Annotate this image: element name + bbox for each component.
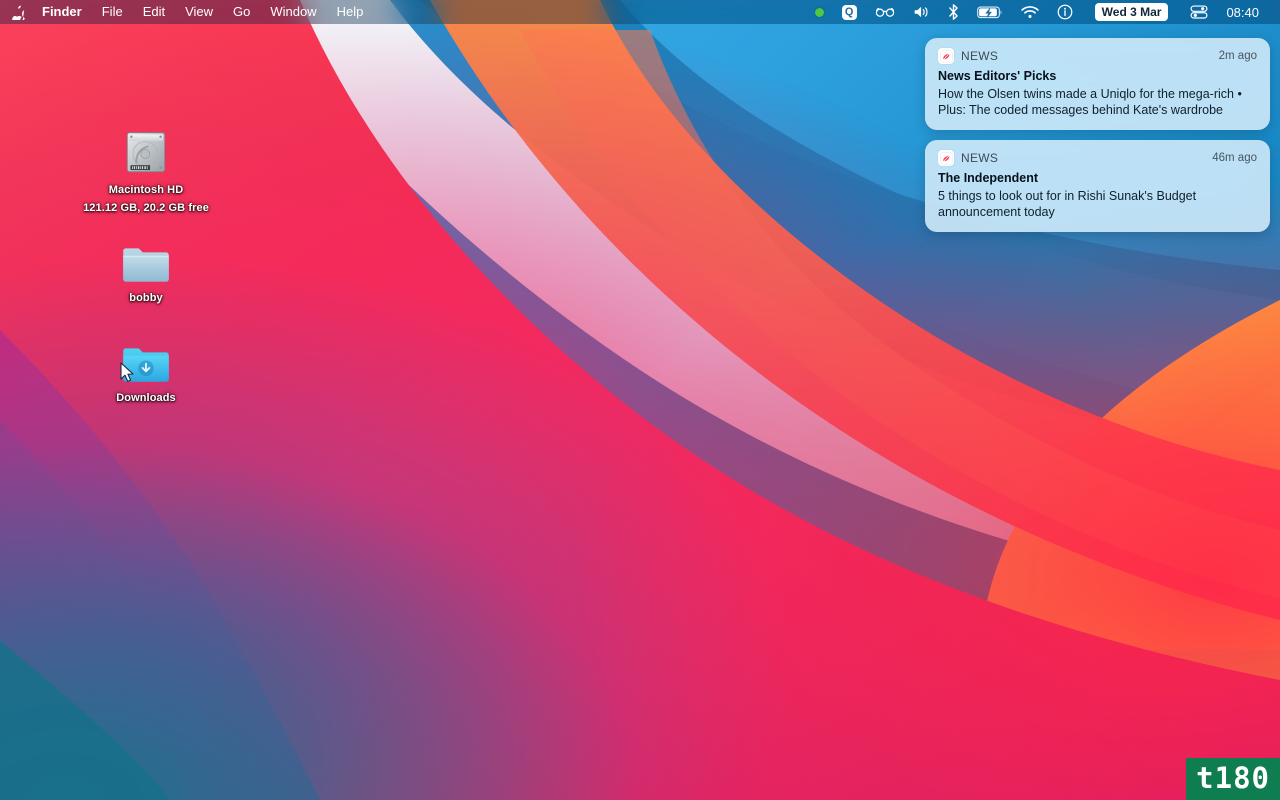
menu-bar-status-area: Q Wed 3 Mar 08:40 — [806, 0, 1280, 24]
menu-item-help[interactable]: Help — [327, 0, 374, 24]
menu-bar-date[interactable]: Wed 3 Mar — [1082, 0, 1182, 24]
menu-item-window[interactable]: Window — [260, 0, 326, 24]
desktop-icon-label-downloads: Downloads — [116, 392, 176, 404]
desktop-icon-label-macintosh-hd: Macintosh HD — [108, 184, 184, 196]
spectacles-icon[interactable] — [866, 0, 904, 24]
folder-glyph — [123, 248, 169, 282]
menu-bar-left: Finder File Edit View Go Window Help — [0, 0, 373, 24]
desktop-icon-label-bobby: bobby — [129, 292, 163, 304]
notification-body: How the Olsen twins made a Uniqlo for th… — [938, 87, 1242, 117]
desktop-icon-downloads[interactable]: Downloads — [91, 333, 201, 405]
green-status-dot-icon[interactable] — [806, 0, 833, 24]
hard-drive-icon — [120, 125, 172, 179]
desktop-icon-macintosh-hd[interactable]: Macintosh HD 121.12 GB, 20.2 GB free — [83, 125, 209, 215]
menu-item-finder[interactable]: Finder — [38, 0, 92, 24]
spectacles-glyph — [875, 7, 894, 17]
menu-bar: Finder File Edit View Go Window Help Q W… — [0, 0, 1280, 24]
notification-time: 2m ago — [1218, 50, 1257, 62]
notification-app-name: NEWS — [961, 151, 999, 165]
watermark-badge: t180 — [1186, 758, 1280, 800]
apple-news-glyph — [939, 151, 953, 165]
apple-news-icon — [938, 48, 954, 64]
notification-stack: NEWS 2m ago News Editors' Picks How the … — [925, 38, 1270, 232]
apple-news-glyph — [939, 49, 953, 63]
downloads-folder-icon — [120, 333, 172, 387]
control-center-glyph — [1190, 5, 1208, 19]
q-badge-label: Q — [841, 4, 857, 20]
notification-card[interactable]: NEWS 46m ago The Independent 5 things to… — [925, 140, 1270, 232]
desktop-screen: Finder File Edit View Go Window Help Q W… — [0, 0, 1280, 800]
notification-header: NEWS 46m ago — [938, 150, 1257, 166]
notification-app-name: NEWS — [961, 49, 999, 63]
bluetooth-glyph — [948, 4, 958, 20]
bluetooth-icon[interactable] — [939, 0, 968, 24]
volume-glyph — [914, 6, 928, 18]
apple-news-icon — [938, 150, 954, 166]
wifi-icon[interactable] — [1012, 0, 1048, 24]
desktop-icon-subtitle-macintosh-hd: 121.12 GB, 20.2 GB free — [83, 202, 209, 214]
menu-item-file[interactable]: File — [92, 0, 133, 24]
battery-charging-icon[interactable] — [968, 0, 1012, 24]
downloads-folder-glyph — [123, 348, 169, 382]
volume-icon[interactable] — [904, 0, 939, 24]
apple-logo-icon[interactable] — [0, 5, 38, 20]
folder-icon — [120, 233, 172, 287]
battery-glyph — [976, 5, 1002, 18]
notification-body: 5 things to look out for in Rishi Sunak'… — [938, 189, 1197, 219]
green-dot-shape — [814, 7, 824, 17]
menu-item-edit[interactable]: Edit — [133, 0, 175, 24]
info-circle-icon[interactable] — [1048, 0, 1082, 24]
menu-item-go[interactable]: Go — [223, 0, 260, 24]
notification-title: News Editors' Picks — [938, 69, 1057, 83]
app-q-badge-icon[interactable]: Q — [833, 0, 866, 24]
info-circle-glyph — [1057, 4, 1073, 20]
notification-title: The Independent — [938, 171, 1038, 185]
date-pill-label: Wed 3 Mar — [1094, 3, 1169, 21]
menu-bar-time[interactable]: 08:40 — [1217, 0, 1268, 24]
wifi-glyph — [1020, 5, 1039, 18]
control-center-icon[interactable] — [1181, 0, 1217, 24]
notification-card[interactable]: NEWS 2m ago News Editors' Picks How the … — [925, 38, 1270, 130]
notification-header: NEWS 2m ago — [938, 48, 1257, 64]
hard-drive-glyph — [126, 132, 166, 173]
menu-item-view[interactable]: View — [175, 0, 223, 24]
watermark-text: t180 — [1196, 761, 1270, 795]
apple-logo-glyph — [12, 5, 25, 20]
desktop-icon-bobby[interactable]: bobby — [91, 233, 201, 305]
notification-time: 46m ago — [1212, 152, 1257, 164]
